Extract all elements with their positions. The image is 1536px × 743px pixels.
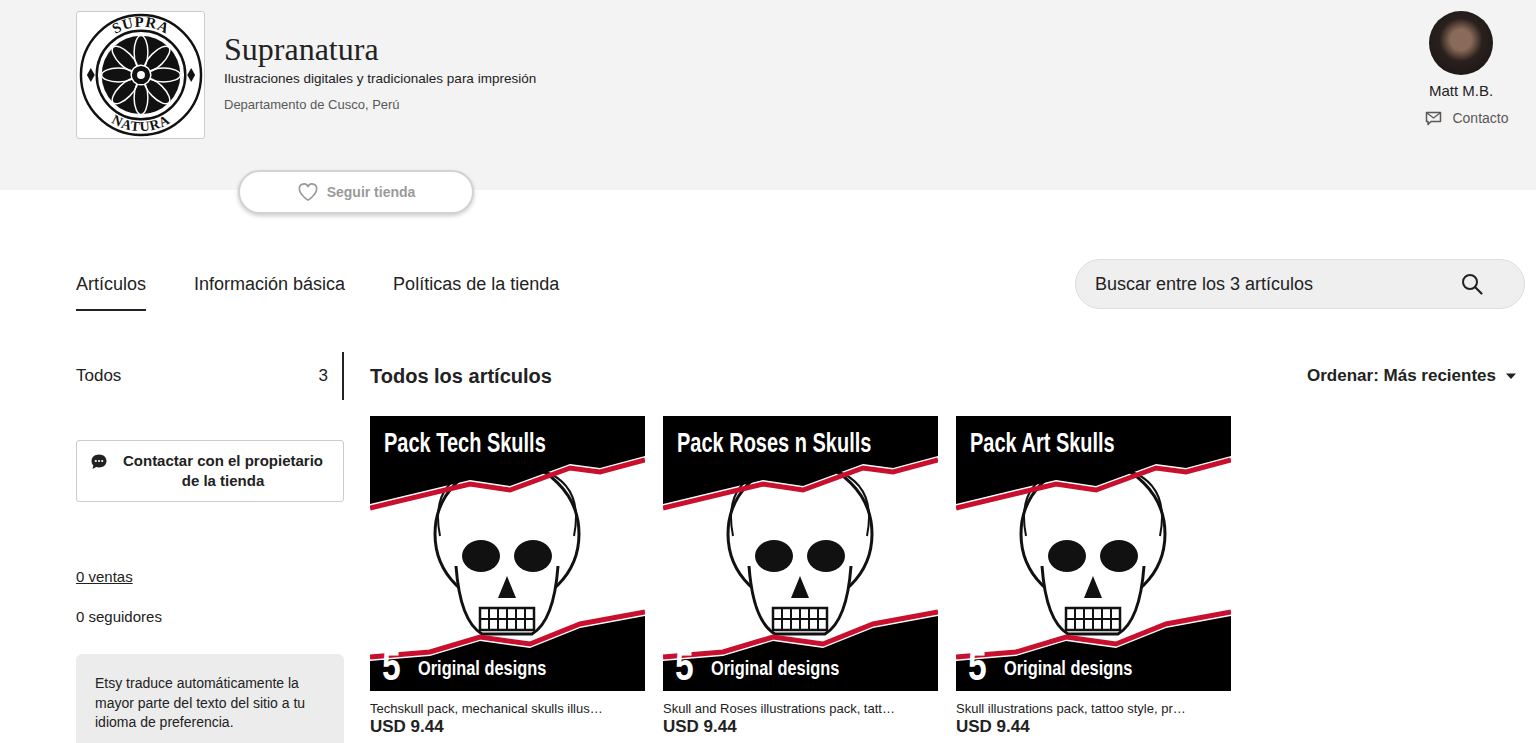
product-title[interactable]: Skull and Roses illustrations pack, tatt… <box>663 701 938 717</box>
follow-row: Seguir tienda <box>0 170 1536 214</box>
product-grid: Pack Tech Skulls 5 Original designs Techsk… <box>370 416 1525 737</box>
svg-text:Original designs: Original designs <box>711 656 839 679</box>
svg-text:NATURA: NATURA <box>109 112 172 135</box>
owner-name[interactable]: Matt M.B. <box>1429 81 1493 101</box>
sort-dropdown[interactable]: Ordenar: Más recientes <box>1307 366 1525 386</box>
product-image[interactable]: Pack Art Skulls 5 Original designs <box>956 416 1231 691</box>
tab-bar: Artículos Información básica Políticas de … <box>76 259 559 311</box>
caret-down-icon <box>1505 372 1517 380</box>
listing-title: Todos los artículos <box>370 365 552 388</box>
product-price: USD 9.44 <box>956 717 1231 737</box>
product-price: USD 9.44 <box>663 717 938 737</box>
tab[interactable]: Información básica <box>194 259 345 311</box>
product-price: USD 9.44 <box>370 717 645 737</box>
translation-notice: Etsy traduce automáticamente la mayor pa… <box>76 654 344 743</box>
shop-name: Supranatura <box>224 31 536 67</box>
shop-location: Departamento de Cusco, Perú <box>224 96 536 114</box>
mail-icon <box>1425 111 1442 126</box>
chat-icon <box>90 453 108 471</box>
product-card[interactable]: Pack Tech Skulls 5 Original designs Techsk… <box>370 416 645 737</box>
product-title[interactable]: Skull illustrations pack, tattoo style, … <box>956 701 1231 717</box>
product-title[interactable]: Techskull pack, mechanical skulls illus… <box>370 701 645 717</box>
sidebar: Todos 3 Contactar con el propietario de … <box>76 352 344 743</box>
listing-header: Todos los artículos Ordenar: Más recient… <box>370 352 1525 400</box>
shop-content: Todos 3 Contactar con el propietario de … <box>0 352 1536 743</box>
product-card[interactable]: Pack Art Skulls 5 Original designs Skull i… <box>956 416 1231 737</box>
product-image[interactable]: Pack Roses n Skulls 5 Original designs <box>663 416 938 691</box>
svg-text:5: 5 <box>675 642 694 688</box>
svg-text:5: 5 <box>382 642 401 688</box>
shop-owner: Matt M.B. Contacto <box>1413 11 1509 126</box>
tab[interactable]: Artículos <box>76 259 146 311</box>
shop-tagline: Ilustraciones digitales y tradicionales … <box>224 70 536 88</box>
svg-text:Original designs: Original designs <box>1004 656 1132 679</box>
mandala-logo-icon: SUPRA NATURA <box>79 13 203 137</box>
contact-owner-button[interactable]: Contactar con el propietario de la tiend… <box>76 440 344 502</box>
search-placeholder: Buscar entre los 3 artículos <box>1095 274 1313 295</box>
shop-page: SUPRA NATURA Supranatura Ilustraciones di… <box>0 0 1536 743</box>
tab[interactable]: Políticas de la tienda <box>393 259 559 311</box>
shop-info: Supranatura Ilustraciones digitales y tr… <box>224 11 536 139</box>
followers-count: 0 seguidores <box>76 608 344 626</box>
shop-header: SUPRA NATURA Supranatura Ilustraciones di… <box>0 0 1536 190</box>
svg-text:Pack Art Skulls: Pack Art Skulls <box>970 427 1115 458</box>
owner-avatar[interactable] <box>1429 11 1493 75</box>
svg-text:Pack Tech Skulls: Pack Tech Skulls <box>384 427 546 458</box>
section-item[interactable]: Todos 3 <box>76 352 344 400</box>
follow-shop-button[interactable]: Seguir tienda <box>238 170 474 214</box>
heart-icon <box>297 182 319 202</box>
listing: Todos los artículos Ordenar: Más recient… <box>370 352 1525 743</box>
contact-link[interactable]: Contacto <box>1425 110 1508 126</box>
svg-text:5: 5 <box>968 642 987 688</box>
shop-logo[interactable]: SUPRA NATURA <box>76 11 205 139</box>
search-field[interactable]: Buscar entre los 3 artículos <box>1075 259 1525 309</box>
product-card[interactable]: Pack Roses n Skulls 5 Original designs Sku… <box>663 416 938 737</box>
svg-text:SUPRA: SUPRA <box>109 14 172 37</box>
svg-text:Pack Roses n Skulls: Pack Roses n Skulls <box>677 427 871 458</box>
product-image[interactable]: Pack Tech Skulls 5 Original designs <box>370 416 645 691</box>
search-icon[interactable] <box>1460 272 1484 296</box>
sales-link[interactable]: 0 ventas <box>76 568 344 586</box>
shop-brand: SUPRA NATURA Supranatura Ilustraciones di… <box>76 11 536 139</box>
shop-nav: Artículos Información básica Políticas de … <box>0 259 1536 311</box>
svg-text:Original designs: Original designs <box>418 656 546 679</box>
